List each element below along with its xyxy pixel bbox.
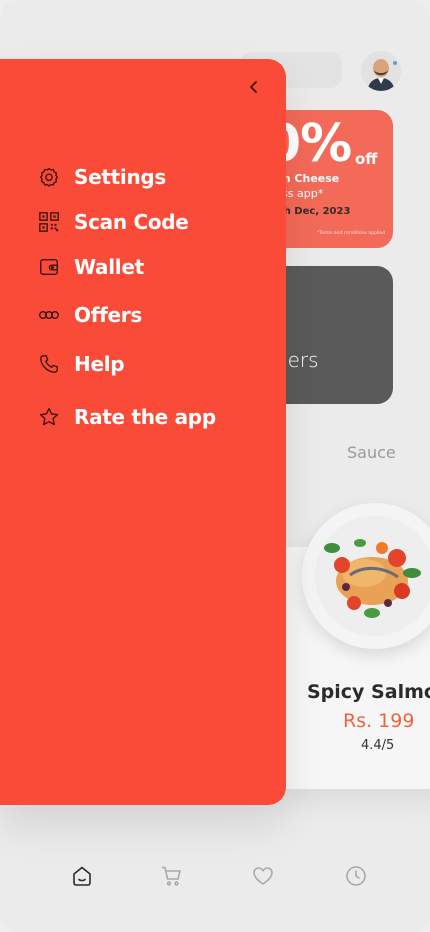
menu-item-rate-the-app[interactable]: Rate the app [38,405,216,429]
promo-off-label: off [355,150,378,168]
clock-icon[interactable] [344,864,368,888]
cart-icon[interactable] [160,864,184,888]
home-icon[interactable] [70,864,94,888]
menu-item-label: Help [74,352,125,376]
avatar[interactable] [361,51,401,91]
gear-icon [38,166,60,188]
heart-icon[interactable] [251,864,275,888]
menu-item-wallet[interactable]: Wallet [38,255,144,279]
menu-item-help[interactable]: Help [38,352,125,376]
qr-code-icon [38,211,60,233]
menu-item-label: Settings [74,165,167,189]
category-tab-sauce[interactable]: Sauce [347,443,396,462]
offers-icon [38,304,60,326]
bottom-nav [0,850,430,906]
food-price: Rs. 199 [343,710,415,732]
star-icon [38,406,60,428]
chevron-left-icon[interactable] [243,76,265,98]
menu-item-offers[interactable]: Offers [38,303,142,327]
phone-icon [38,353,60,375]
promo-terms: *Terms and conditions applied [316,231,385,236]
menu-item-settings[interactable]: Settings [38,165,166,189]
menu-item-label: Wallet [74,255,144,279]
side-drawer: Settings Scan Code Wallet Offers Help Ra… [0,59,286,805]
food-rating: 4.4/5 [361,738,395,753]
menu-item-label: Offers [74,303,142,327]
app-screen: 0% off ac n Cheese cross app* 25th Dec, … [0,0,430,932]
menu-item-label: Scan Code [74,210,189,234]
food-name: Spicy Salmo [307,681,430,703]
menu-item-label: Rate the app [74,405,216,429]
menu-item-scan-code[interactable]: Scan Code [38,210,189,234]
wallet-icon [38,256,60,278]
